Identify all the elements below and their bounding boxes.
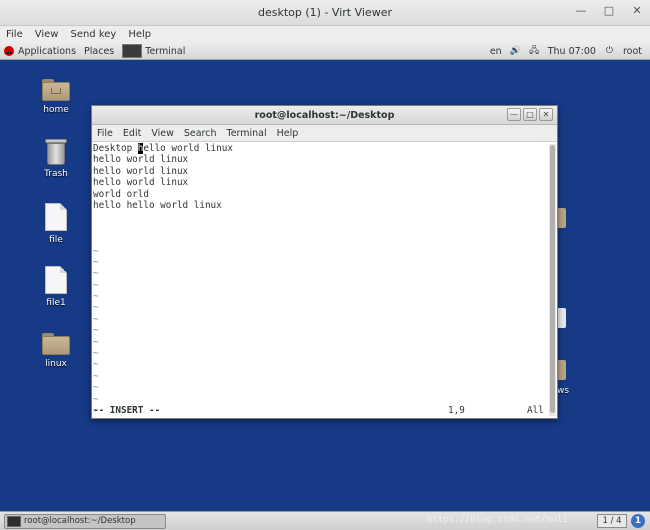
scroll-position: All — [527, 405, 544, 416]
taskbar-terminal-button[interactable]: root@localhost:~/Desktop — [4, 513, 166, 529]
terminal-titlebar[interactable]: root@localhost:~/Desktop — □ ✕ — [92, 106, 557, 125]
viewer-titlebar: desktop (1) - Virt Viewer — □ ✕ — [0, 0, 650, 26]
document-icon — [45, 266, 67, 294]
tilde-line: ~ — [93, 348, 99, 360]
bottom-taskbar: root@localhost:~/Desktop https://blog.cs… — [0, 511, 650, 530]
notification-icon[interactable]: 1 — [631, 514, 645, 528]
line-text-after-cursor: ello world linux — [143, 143, 233, 154]
viewer-menu-file[interactable]: File — [6, 29, 23, 40]
terminal-title: root@localhost:~/Desktop — [254, 109, 395, 121]
tilde-line: ~ — [93, 268, 99, 280]
guest-screen[interactable]: Applications Places Terminal en 🔊 🖧 Thu … — [0, 43, 650, 530]
line-text-before-cursor: Desktop — [93, 143, 138, 154]
editor-empty-line — [93, 234, 550, 245]
tilde-line: ~ — [93, 313, 99, 325]
vim-mode-indicator: -- INSERT -- — [93, 405, 161, 416]
terminal-scrollbar[interactable] — [549, 144, 556, 416]
editor-line: hello hello world linux — [93, 199, 222, 211]
terminal-menu-edit[interactable]: Edit — [123, 128, 141, 139]
document-icon — [45, 203, 67, 231]
tilde-line: ~ — [93, 256, 99, 268]
places-label: Places — [84, 45, 115, 57]
desktop-icon-file[interactable]: file — [31, 203, 81, 245]
terminal-icon — [7, 515, 21, 527]
user-menu[interactable]: root — [623, 46, 642, 57]
clock[interactable]: Thu 07:00 — [548, 46, 596, 57]
desktop-icon-label: linux — [45, 359, 67, 369]
terminal-minimize-button[interactable]: — — [507, 108, 521, 121]
terminal-menu-file[interactable]: File — [97, 128, 113, 139]
cursor-position: 1,9 — [448, 405, 465, 416]
watermark-text: https://blog.csdn.net/muli — [427, 515, 568, 525]
editor-line: hello world linux — [93, 165, 189, 177]
desktop-icon-home[interactable]: home — [31, 75, 81, 115]
panel-task-terminal[interactable]: Terminal — [118, 43, 189, 60]
applications-menu[interactable]: Applications — [0, 43, 80, 60]
viewer-maximize-button[interactable]: □ — [602, 4, 616, 18]
viewer-minimize-button[interactable]: — — [574, 4, 588, 18]
tilde-line: ~ — [93, 245, 99, 257]
terminal-menubar: File Edit View Search Terminal Help — [92, 125, 557, 142]
desktop-icon-label: home — [43, 105, 69, 115]
terminal-menu-help[interactable]: Help — [277, 128, 299, 139]
terminal-icon — [122, 44, 143, 58]
tilde-line: ~ — [93, 291, 99, 303]
redhat-icon — [4, 46, 14, 56]
scrollbar-thumb[interactable] — [550, 145, 555, 413]
terminal-menu-search[interactable]: Search — [184, 128, 217, 139]
panel-task-label: Terminal — [145, 45, 186, 57]
top-panel: Applications Places Terminal en 🔊 🖧 Thu … — [0, 43, 650, 60]
tilde-line: ~ — [93, 382, 99, 394]
workspace-pager[interactable]: 1 / 4 — [597, 514, 627, 528]
power-icon[interactable]: ⏻ — [604, 46, 615, 57]
editor-line: hello world linux — [93, 177, 189, 189]
volume-icon[interactable]: 🔊 — [510, 46, 521, 57]
network-icon[interactable]: 🖧 — [529, 46, 540, 57]
tilde-line: ~ — [93, 302, 99, 314]
terminal-menu-terminal[interactable]: Terminal — [227, 128, 267, 139]
places-menu[interactable]: Places — [80, 43, 118, 60]
viewer-menu-send-key[interactable]: Send key — [70, 29, 116, 40]
taskbar-task-label: root@localhost:~/Desktop — [24, 516, 136, 526]
viewer-title: desktop (1) - Virt Viewer — [258, 6, 392, 19]
editor-line: world orld — [93, 188, 149, 200]
editor-empty-line — [93, 223, 550, 234]
applications-label: Applications — [18, 45, 77, 57]
desktop-icon-file1[interactable]: file1 — [31, 266, 81, 308]
terminal-text-area[interactable]: Desktop hello world linux hello world li… — [92, 143, 550, 418]
hidden-icon-label: ws — [557, 386, 570, 396]
editor-line: Desktop hello world linux — [93, 143, 550, 154]
editor-empty-line — [93, 211, 550, 222]
viewer-menubar: File View Send key Help — [0, 26, 650, 43]
language-indicator[interactable]: en — [490, 46, 502, 57]
desktop-icon-linux[interactable]: linux — [31, 329, 81, 369]
tilde-line: ~ — [93, 279, 99, 291]
trash-icon — [45, 139, 67, 165]
tilde-line: ~ — [93, 359, 99, 371]
tilde-line: ~ — [93, 325, 99, 337]
terminal-close-button[interactable]: ✕ — [539, 108, 553, 121]
terminal-maximize-button[interactable]: □ — [523, 108, 537, 121]
desktop-icon-label: file — [49, 235, 63, 245]
editor-line: hello world linux — [93, 154, 189, 166]
viewer-menu-view[interactable]: View — [35, 29, 59, 40]
tilde-line: ~ — [93, 393, 99, 405]
tilde-line: ~ — [93, 336, 99, 348]
home-folder-icon — [42, 79, 70, 101]
desktop-icon-trash[interactable]: Trash — [31, 139, 81, 179]
terminal-window[interactable]: root@localhost:~/Desktop — □ ✕ File Edit… — [91, 105, 558, 419]
tilde-line: ~ — [93, 370, 99, 382]
viewer-menu-help[interactable]: Help — [128, 29, 151, 40]
vim-status-line: -- INSERT -- 1,9 All — [93, 405, 549, 416]
viewer-close-button[interactable]: ✕ — [630, 4, 644, 18]
desktop-icon-label: file1 — [46, 298, 66, 308]
desktop-icon-label: Trash — [44, 169, 68, 179]
terminal-menu-view[interactable]: View — [151, 128, 174, 139]
folder-icon — [42, 333, 70, 355]
